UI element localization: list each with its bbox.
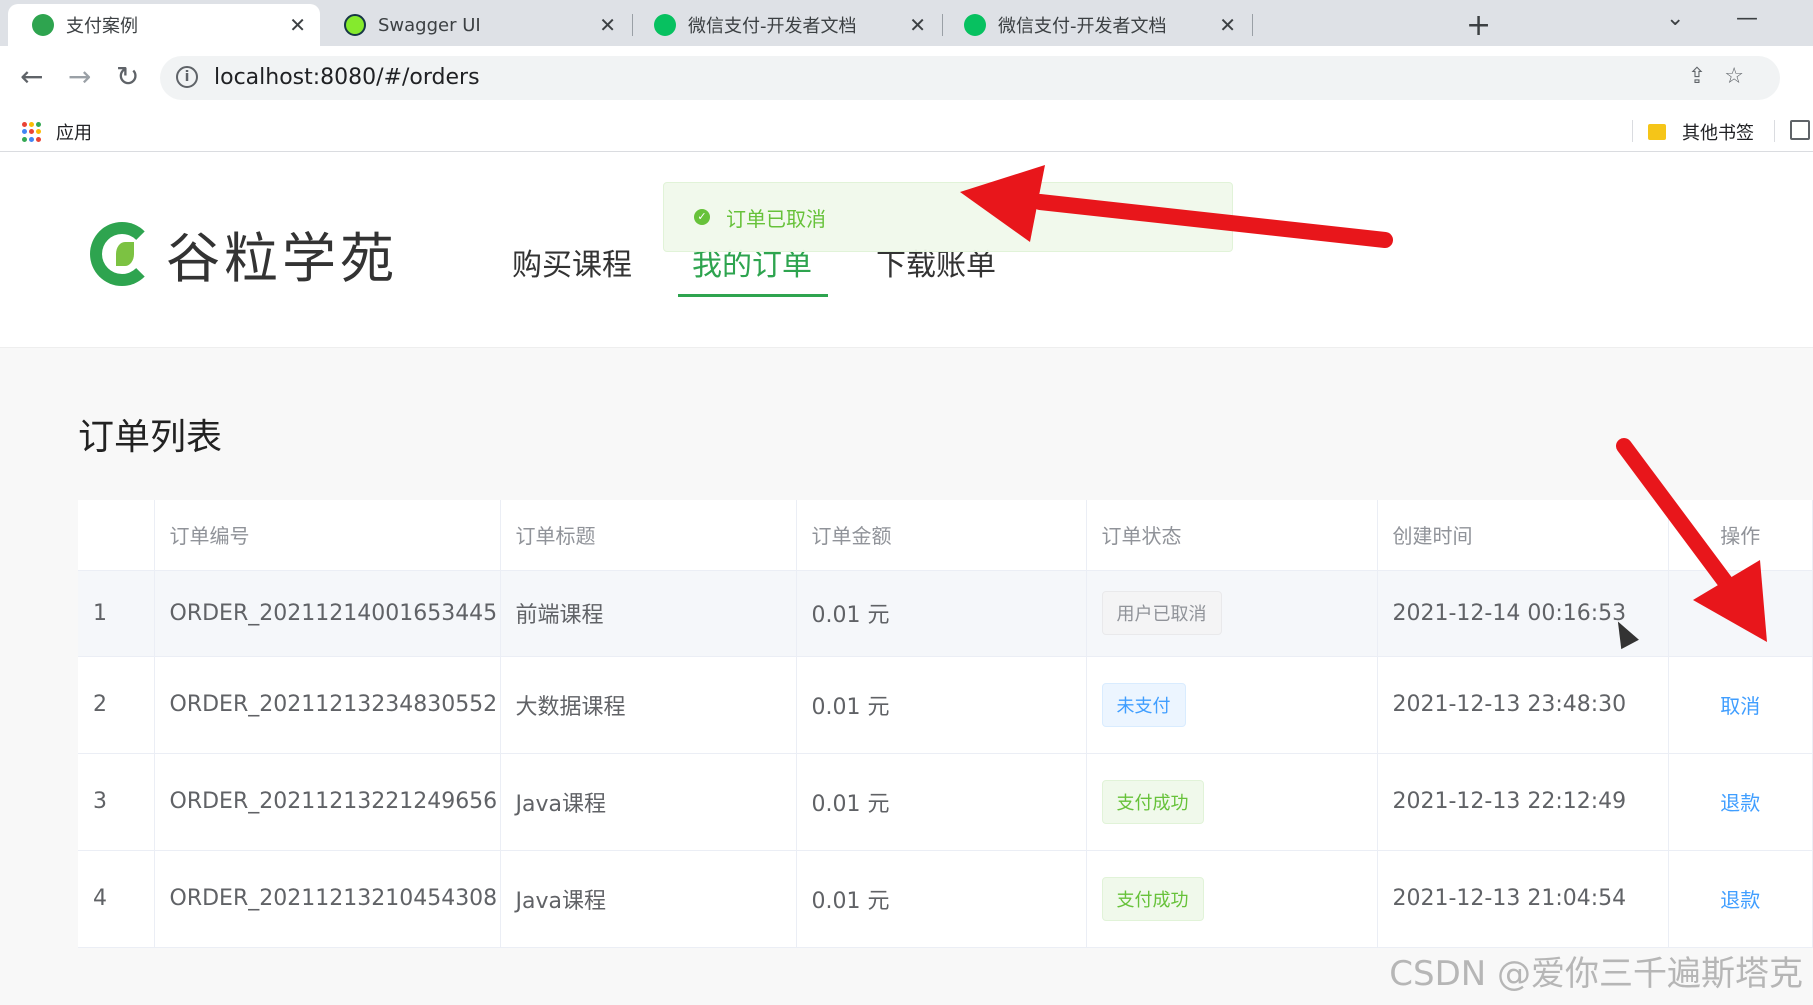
site-info-icon[interactable]: i [176,66,198,88]
nav-active-underline [678,294,828,297]
cell-index: 2 [78,656,155,754]
reading-list-icon[interactable] [1790,120,1810,140]
apps-grid-icon[interactable] [22,122,42,142]
cell-title: Java课程 [500,850,797,948]
col-header-order-no: 订单编号 [154,500,501,571]
status-badge: 支付成功 [1101,876,1204,921]
logo-g-leaf-icon [90,221,154,286]
status-badge: 用户已取消 [1101,591,1222,635]
cell-created: 2021-12-13 21:04:54 [1377,850,1669,948]
page-content: 谷粒学苑 购买课程 我的订单 下载账单 ✓ 订单已取消 订单列表 订单编号 订单… [0,152,1813,1005]
table-row: 3 ORDER_20211213221249656 Java课程 0.01 元 … [78,753,1813,851]
col-header-amount: 订单金额 [796,500,1087,571]
folder-icon [1648,124,1666,140]
col-header-status: 订单状态 [1086,500,1378,571]
browser-toolbar: ← → ↻ i localhost:8080/#/orders ⇪☆ 应用 其他… [0,46,1813,152]
table-row: 2 ORDER_20211213234830552 大数据课程 0.01 元 未… [78,656,1813,754]
browser-tab-strip: 支付案例 ✕ Swagger UI ✕ 微信支付-开发者文档 ✕ 微信支付-开发… [0,0,1813,46]
table-row: 4 ORDER_20211213210454308 Java课程 0.01 元 … [78,850,1813,948]
bookmark-divider [1774,120,1775,142]
cell-order-no: ORDER_20211213210454308 [154,850,501,948]
browser-tab-0[interactable]: 支付案例 ✕ [8,4,320,46]
tab-divider [1252,14,1253,36]
status-badge: 支付成功 [1101,779,1204,824]
cell-created: 2021-12-13 23:48:30 [1377,656,1669,754]
close-tab-icon[interactable]: ✕ [289,13,306,37]
bookmark-other[interactable]: 其他书签 [1648,119,1754,145]
browser-tab-3[interactable]: 微信支付-开发者文档 ✕ [940,4,1250,46]
back-arrow-icon[interactable]: ← [20,60,43,93]
success-check-icon: ✓ [694,209,710,225]
wechat-pay-favicon-icon [654,14,676,36]
bookmarks-bar: 应用 其他书签 [0,106,1813,152]
close-tab-icon[interactable]: ✕ [1219,13,1236,37]
toast-text: 订单已取消 [726,206,826,231]
orders-table: 订单编号 订单标题 订单金额 订单状态 创建时间 操作 1 ORDER_2021… [78,500,1813,948]
bookmark-other-label: 其他书签 [1682,123,1754,144]
col-header-title: 订单标题 [500,500,797,571]
close-tab-icon[interactable]: ✕ [599,13,616,37]
cell-amount: 0.01 元 [796,850,1087,948]
page-title: 订单列表 [78,417,223,458]
cell-order-no: ORDER_20211213234830552 [154,656,501,754]
bookmark-divider [1632,120,1633,142]
swagger-favicon-icon [344,14,366,36]
table-row: 1 ORDER_20211214001653445 前端课程 0.01 元 用户… [78,570,1813,657]
cancel-order-link[interactable]: 取消 [1720,694,1760,718]
browser-tab-1[interactable]: Swagger UI ✕ [320,4,630,46]
site-header: 谷粒学苑 购买课程 我的订单 下载账单 ✓ 订单已取消 [0,152,1813,348]
col-header-index [78,500,155,571]
bookmark-star-icon[interactable]: ☆ [1724,64,1762,89]
browser-tab-2[interactable]: 微信支付-开发者文档 ✕ [630,4,940,46]
reload-icon[interactable]: ↻ [116,60,139,93]
site-logo[interactable]: 谷粒学苑 [90,214,398,293]
cell-created: 2021-12-13 22:12:49 [1377,753,1669,851]
tab-title: 微信支付-开发者文档 [998,16,1167,37]
cell-amount: 0.01 元 [796,656,1087,754]
tab-title: Swagger UI [378,14,481,36]
csdn-watermark: CSDN @爱你三千遍斯塔克 [1389,954,1803,994]
cell-title: 大数据课程 [500,656,797,754]
site-favicon-icon [32,14,54,36]
share-icon[interactable]: ⇪ [1688,64,1724,89]
address-bar[interactable]: i localhost:8080/#/orders ⇪☆ [160,56,1780,100]
cell-index: 4 [78,850,155,948]
refund-order-link[interactable]: 退款 [1720,791,1760,815]
cell-order-no: ORDER_20211213221249656 [154,753,501,851]
toast-message: ✓ 订单已取消 [663,182,1233,252]
cell-action [1668,570,1813,657]
cell-title: 前端课程 [500,570,797,657]
tab-search-chevron-icon[interactable]: ⌄ [1666,6,1684,31]
cell-amount: 0.01 元 [796,753,1087,851]
cell-title: Java课程 [500,753,797,851]
tab-title: 支付案例 [66,16,138,37]
cell-index: 1 [78,570,155,657]
cell-amount: 0.01 元 [796,570,1087,657]
close-tab-icon[interactable]: ✕ [909,13,926,37]
col-header-created: 创建时间 [1377,500,1669,571]
nav-buy-courses[interactable]: 购买课程 [512,240,632,284]
address-url[interactable]: localhost:8080/#/orders [214,65,480,90]
status-badge: 未支付 [1101,682,1186,727]
bookmark-apps[interactable]: 应用 [56,119,92,145]
cell-index: 3 [78,753,155,851]
minimize-window-icon[interactable]: — [1736,6,1758,31]
col-header-action: 操作 [1668,500,1813,571]
tab-title: 微信支付-开发者文档 [688,16,857,37]
refund-order-link[interactable]: 退款 [1720,888,1760,912]
cell-order-no: ORDER_20211214001653445 [154,570,501,657]
table-header-row: 订单编号 订单标题 订单金额 订单状态 创建时间 操作 [78,500,1813,571]
wechat-pay-favicon-icon [964,14,986,36]
forward-arrow-icon[interactable]: → [68,60,91,93]
logo-text: 谷粒学苑 [166,227,398,290]
new-tab-plus-icon[interactable]: + [1466,8,1491,43]
